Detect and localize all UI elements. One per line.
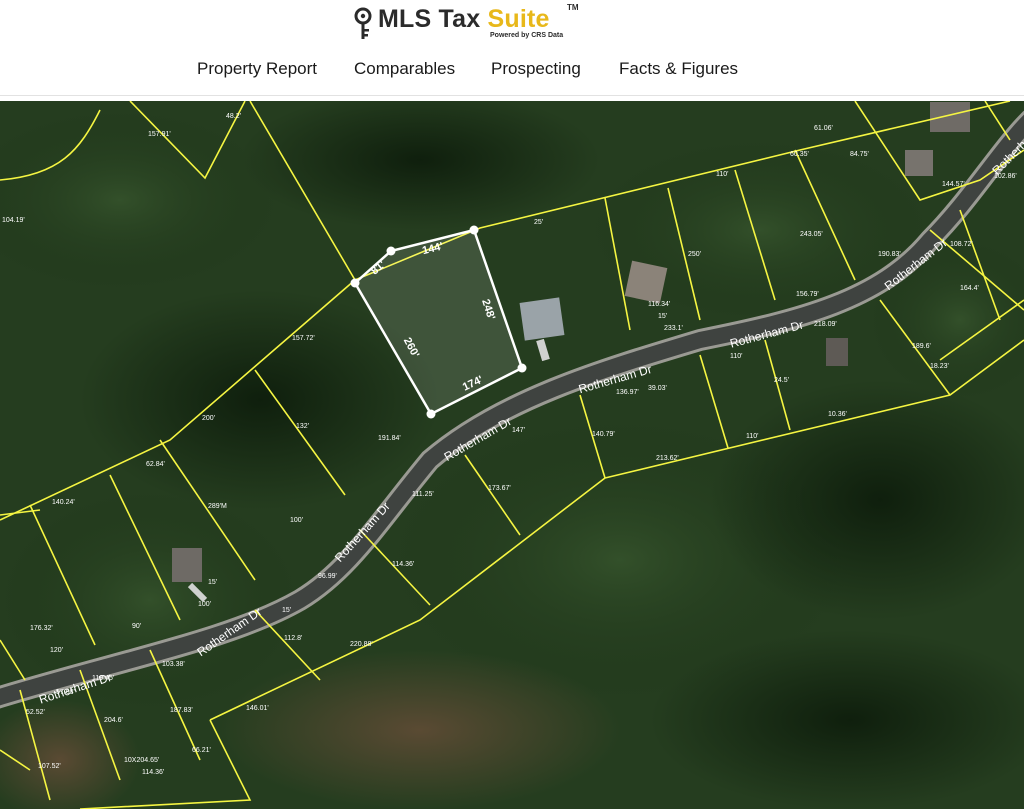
dimension-label: 189.6' bbox=[912, 343, 931, 350]
dimension-label: 48.2' bbox=[226, 113, 241, 120]
dimension-label: 110' bbox=[746, 433, 759, 440]
main-nav: Property Report Comparables Prospecting … bbox=[0, 56, 1024, 84]
dimension-label: 157.72' bbox=[292, 335, 315, 342]
house-roof bbox=[624, 260, 668, 304]
app-header: MLS Tax Suite TM Powered by CRS Data Pro… bbox=[0, 0, 1024, 96]
dimension-label: 146.01' bbox=[246, 705, 269, 712]
dimension-label: 52.52' bbox=[26, 709, 45, 716]
dimension-label: 66.21' bbox=[192, 747, 211, 754]
dimension-label: 220.88' bbox=[350, 641, 373, 648]
dimension-label: 100' bbox=[290, 517, 303, 524]
parcel-vertex[interactable] bbox=[426, 409, 436, 419]
dimension-label: 191.84' bbox=[378, 435, 401, 442]
dimension-label: 15' bbox=[208, 579, 217, 586]
dimension-label: 57.68' bbox=[56, 689, 75, 696]
house-roof bbox=[519, 297, 565, 341]
dimension-label: 102.86' bbox=[994, 173, 1017, 180]
dimension-label: 62.84' bbox=[146, 461, 165, 468]
dimension-label: 96.99' bbox=[318, 573, 337, 580]
dimension-label: 61.06' bbox=[814, 125, 833, 132]
aerial-map-canvas[interactable]: 81' 144' 248' 174' 260' Rotherham Dr Rot… bbox=[0, 101, 1024, 809]
dimension-label: 111.25' bbox=[412, 491, 434, 498]
dimension-label: 204.6' bbox=[104, 717, 123, 724]
dimension-label: 157.91' bbox=[148, 131, 171, 138]
dimension-label: 110' bbox=[730, 353, 743, 360]
nav-property-report[interactable]: Property Report bbox=[197, 59, 317, 79]
trademark-mark: TM bbox=[567, 3, 579, 12]
dimension-label: 114.36' bbox=[142, 769, 164, 776]
dimension-label: 100' bbox=[198, 601, 211, 608]
dimension-label: 84.75' bbox=[850, 151, 869, 158]
dimension-label: 107.52' bbox=[38, 763, 61, 770]
dimension-label: 39.03' bbox=[648, 385, 667, 392]
dimension-label: 10X204.65' bbox=[124, 757, 159, 764]
dimension-label: 108.72' bbox=[950, 241, 973, 248]
parcel-vertex[interactable] bbox=[350, 278, 360, 288]
parcel-vertex[interactable] bbox=[469, 225, 479, 235]
dimension-label: 289'M bbox=[208, 503, 227, 510]
dimension-label: 250' bbox=[688, 251, 701, 258]
dimension-label: 90' bbox=[132, 623, 141, 630]
dimension-label: 156.79' bbox=[796, 291, 819, 298]
dimension-label: 136.97' bbox=[616, 389, 639, 396]
dimension-label: 60.35' bbox=[790, 151, 809, 158]
dimension-label: 243.05' bbox=[800, 231, 823, 238]
dimension-label: 120' bbox=[50, 647, 63, 654]
dimension-label: 233.1' bbox=[664, 325, 683, 332]
dimension-label: 18.23' bbox=[930, 363, 949, 370]
dimension-label: 15' bbox=[658, 313, 667, 320]
parcel-map[interactable]: 81' 144' 248' 174' 260' Rotherham Dr Rot… bbox=[0, 101, 1024, 809]
dimension-label: 144.57' bbox=[942, 181, 965, 188]
dimension-label: 112.8' bbox=[284, 635, 302, 642]
dimension-label: 15' bbox=[282, 607, 291, 614]
dimension-label: 173.67' bbox=[488, 485, 511, 492]
house-roof bbox=[826, 338, 848, 366]
brand-name-accent: Suite bbox=[487, 5, 550, 33]
brand-logo[interactable]: MLS Tax Suite TM Powered by CRS Data bbox=[352, 3, 592, 43]
dimension-label: 200' bbox=[202, 415, 215, 422]
dimension-label: 116.34' bbox=[648, 301, 670, 308]
dimension-label: 190.83' bbox=[878, 251, 901, 258]
dimension-label: 140.79' bbox=[592, 431, 615, 438]
parcel-vertex[interactable] bbox=[386, 246, 396, 256]
dimension-label: 104.19' bbox=[2, 217, 25, 224]
brand-tagline: Powered by CRS Data bbox=[490, 32, 564, 39]
dimension-label: 24.5' bbox=[774, 377, 789, 384]
dimension-label: 140.24' bbox=[52, 499, 75, 506]
dimension-label: 119.45' bbox=[92, 675, 114, 682]
house-roof bbox=[172, 548, 202, 582]
nav-facts-figures[interactable]: Facts & Figures bbox=[619, 59, 738, 79]
nav-prospecting[interactable]: Prospecting bbox=[491, 59, 581, 79]
dimension-label: 114.36' bbox=[392, 561, 414, 568]
forest-texture bbox=[0, 101, 1024, 809]
dimension-label: 164.4' bbox=[960, 285, 979, 292]
dimension-label: 10.36' bbox=[828, 411, 847, 418]
dimension-label: 187.83' bbox=[170, 707, 193, 714]
key-pin-icon bbox=[354, 7, 372, 39]
dimension-label: 213.62' bbox=[656, 455, 679, 462]
dimension-label: 110' bbox=[716, 171, 729, 178]
parcel-vertex[interactable] bbox=[517, 363, 527, 373]
dimension-label: 176.32' bbox=[30, 625, 53, 632]
house-roof bbox=[905, 150, 933, 176]
brand-name: MLS Tax Suite bbox=[378, 5, 550, 34]
dimension-label: 132' bbox=[296, 423, 309, 430]
brand-name-main: MLS Tax bbox=[378, 5, 488, 33]
dimension-label: 25' bbox=[534, 219, 543, 226]
house-roof bbox=[930, 102, 970, 132]
dimension-label: 218.09' bbox=[814, 321, 837, 328]
dimension-label: 103.38' bbox=[162, 661, 185, 668]
dimension-label: 147' bbox=[512, 427, 525, 434]
nav-comparables[interactable]: Comparables bbox=[354, 59, 455, 79]
